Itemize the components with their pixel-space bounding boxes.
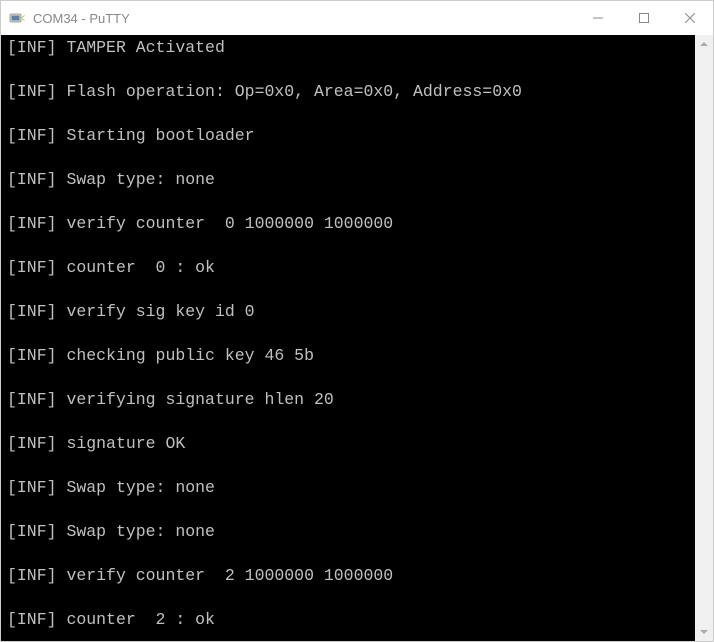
- log-message: counter 2 : ok: [66, 610, 215, 629]
- close-button[interactable]: [667, 1, 713, 35]
- log-level: INF: [17, 390, 47, 409]
- log-line: [INF] counter 2 : ok: [7, 609, 695, 631]
- log-message: verify counter 2 1000000 1000000: [66, 566, 393, 585]
- app-window: COM34 - PuTTY [INF] TAMPER Activated [IN…: [0, 0, 714, 642]
- log-message: Swap type: none: [66, 478, 215, 497]
- log-message: checking public key 46 5b: [66, 346, 314, 365]
- log-level: INF: [17, 566, 47, 585]
- terminal-wrap: [INF] TAMPER Activated [INF] Flash opera…: [1, 35, 713, 641]
- scroll-up-button[interactable]: [695, 35, 713, 53]
- log-level: INF: [17, 258, 47, 277]
- log-level: INF: [17, 82, 47, 101]
- log-level: INF: [17, 214, 47, 233]
- log-line: [INF] Flash operation: Op=0x0, Area=0x0,…: [7, 81, 695, 103]
- log-message: verifying signature hlen 20: [66, 390, 333, 409]
- log-line: [INF] Swap type: none: [7, 477, 695, 499]
- log-message: TAMPER Activated: [66, 38, 224, 57]
- log-level: INF: [17, 346, 47, 365]
- log-line: [INF] Swap type: none: [7, 169, 695, 191]
- window-title: COM34 - PuTTY: [33, 11, 575, 26]
- minimize-button[interactable]: [575, 1, 621, 35]
- log-message: verify sig key id 0: [66, 302, 254, 321]
- log-message: counter 0 : ok: [66, 258, 215, 277]
- log-line: [INF] TAMPER Activated: [7, 37, 695, 59]
- log-level: INF: [17, 38, 47, 57]
- titlebar[interactable]: COM34 - PuTTY: [1, 1, 713, 35]
- maximize-button[interactable]: [621, 1, 667, 35]
- log-line: [INF] checking public key 46 5b: [7, 345, 695, 367]
- log-line: [INF] Swap type: none: [7, 521, 695, 543]
- log-level: INF: [17, 610, 47, 629]
- log-line: [INF] signature OK: [7, 433, 695, 455]
- putty-icon: [9, 10, 25, 26]
- log-level: INF: [17, 522, 47, 541]
- log-message: signature OK: [66, 434, 185, 453]
- log-line: [INF] Starting bootloader: [7, 125, 695, 147]
- log-line: [INF] verify counter 0 1000000 1000000: [7, 213, 695, 235]
- scroll-track[interactable]: [695, 53, 713, 623]
- log-message: Flash operation: Op=0x0, Area=0x0, Addre…: [66, 82, 521, 101]
- log-level: INF: [17, 478, 47, 497]
- scroll-down-button[interactable]: [695, 623, 713, 641]
- log-line: [INF] verify counter 2 1000000 1000000: [7, 565, 695, 587]
- log-line: [INF] verify sig key id 0: [7, 301, 695, 323]
- log-message: verify counter 0 1000000 1000000: [66, 214, 393, 233]
- scrollbar[interactable]: [695, 35, 713, 641]
- log-message: Swap type: none: [66, 170, 215, 189]
- log-message: Starting bootloader: [66, 126, 254, 145]
- log-level: INF: [17, 302, 47, 321]
- log-message: Swap type: none: [66, 522, 215, 541]
- terminal-output[interactable]: [INF] TAMPER Activated [INF] Flash opera…: [1, 35, 695, 641]
- window-controls: [575, 1, 713, 35]
- log-level: INF: [17, 126, 47, 145]
- log-line: [INF] counter 0 : ok: [7, 257, 695, 279]
- log-line: [INF] verifying signature hlen 20: [7, 389, 695, 411]
- log-level: INF: [17, 434, 47, 453]
- log-level: INF: [17, 170, 47, 189]
